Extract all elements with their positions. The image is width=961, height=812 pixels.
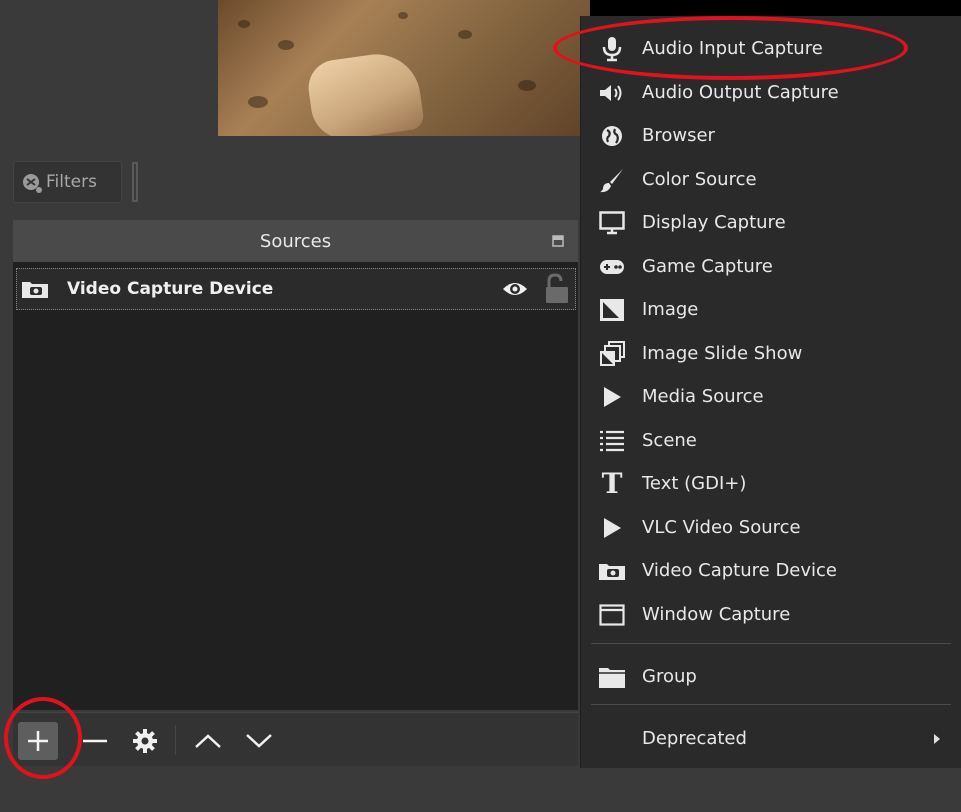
gamepad-icon [595, 252, 629, 282]
source-item-label: Video Capture Device [67, 279, 274, 299]
menu-item-color-source[interactable]: Color Source [581, 158, 961, 201]
visibility-eye-icon[interactable] [501, 279, 529, 299]
menu-item-browser[interactable]: Browser [581, 114, 961, 157]
camera-icon [595, 556, 629, 586]
menu-item-scene[interactable]: Scene [581, 419, 961, 462]
add-button-highlight-circle [4, 697, 82, 779]
text-icon: T [601, 466, 623, 500]
submenu-arrow-icon [934, 733, 940, 744]
menu-item-image-slide-show[interactable]: Image Slide Show [581, 332, 961, 375]
menu-item-game-capture[interactable]: Game Capture [581, 245, 961, 288]
menu-item-display-capture[interactable]: Display Capture [581, 201, 961, 244]
folder-icon [595, 662, 629, 692]
menu-item-label: Deprecated [642, 728, 747, 749]
preview-canvas [218, 0, 590, 136]
add-source-context-menu: Audio Input Capture Audio Output Capture… [580, 16, 961, 768]
menu-item-window-capture[interactable]: Window Capture [581, 593, 961, 636]
menu-item-label: Audio Output Capture [642, 82, 839, 103]
menu-item-media-source[interactable]: Media Source [581, 375, 961, 418]
menu-item-label: Browser [642, 125, 715, 146]
menu-item-label: Scene [642, 430, 697, 451]
top-black-bar [590, 0, 961, 16]
menu-item-group[interactable]: Group [581, 655, 961, 698]
menu-item-label: Group [642, 666, 697, 687]
menu-item-image[interactable]: Image [581, 288, 961, 331]
filters-label: Filters [46, 172, 97, 192]
source-properties-button[interactable] [125, 722, 165, 760]
menu-item-label: Media Source [642, 386, 764, 407]
menu-item-label: VLC Video Source [642, 517, 801, 538]
sources-list[interactable]: Video Capture Device [13, 262, 578, 710]
undock-icon[interactable] [552, 235, 564, 247]
menu-item-vlc-video-source[interactable]: VLC Video Source [581, 506, 961, 549]
minus-icon [83, 739, 107, 743]
menu-divider [591, 643, 951, 644]
gear-icon [133, 729, 157, 753]
sources-toolbar [13, 712, 578, 766]
slideshow-icon [595, 339, 629, 369]
move-source-up-button[interactable] [188, 722, 228, 760]
play-icon [595, 513, 629, 543]
filters-button[interactable]: Filters [13, 161, 122, 203]
speaker-icon [595, 78, 629, 108]
menu-item-video-capture-device[interactable]: Video Capture Device [581, 549, 961, 592]
vertical-separator [132, 162, 138, 202]
toolbar-separator [175, 725, 176, 755]
menu-item-label: Image [642, 299, 699, 320]
move-source-down-button[interactable] [239, 722, 279, 760]
menu-item-label: Image Slide Show [642, 343, 803, 364]
menu-item-label: Text (GDI+) [642, 473, 747, 494]
menu-item-label: Display Capture [642, 212, 786, 233]
brush-icon [595, 165, 629, 195]
chevron-down-icon [246, 734, 272, 748]
unlock-icon[interactable] [544, 273, 570, 305]
filters-icon [23, 174, 42, 193]
camera-icon [22, 282, 48, 298]
menu-divider [591, 704, 951, 705]
chevron-up-icon [195, 734, 221, 748]
menu-item-deprecated[interactable]: Deprecated [581, 717, 961, 760]
audio-input-highlight-oval [553, 16, 908, 80]
globe-icon [595, 121, 629, 151]
list-icon [595, 426, 629, 456]
window-icon [595, 600, 629, 630]
menu-item-label: Video Capture Device [642, 560, 838, 581]
image-icon [595, 295, 629, 325]
source-item-video-capture-device[interactable]: Video Capture Device [16, 268, 576, 310]
sources-dock-header: Sources [13, 220, 578, 262]
play-icon [595, 382, 629, 412]
menu-item-text-gdi[interactable]: T Text (GDI+) [581, 462, 961, 505]
menu-item-label: Color Source [642, 169, 757, 190]
menu-item-label: Game Capture [642, 256, 773, 277]
menu-item-label: Window Capture [642, 604, 791, 625]
monitor-icon [595, 208, 629, 238]
sources-title: Sources [259, 230, 332, 252]
